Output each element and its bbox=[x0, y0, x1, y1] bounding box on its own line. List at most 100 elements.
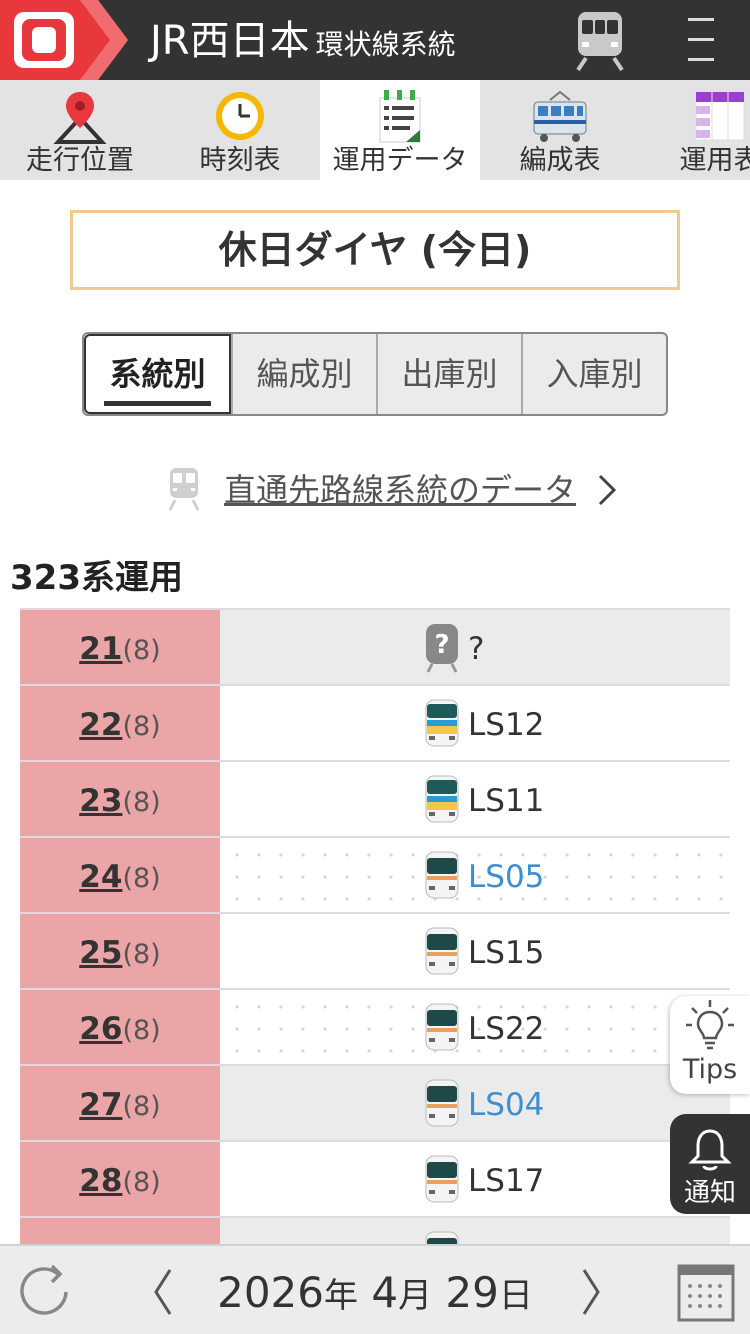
tab-label: 走行位置 bbox=[26, 145, 134, 176]
app-logo[interactable] bbox=[0, 0, 130, 80]
operation-row[interactable]: 23(8) LS11 bbox=[20, 760, 730, 838]
tab-bar: 走行位置 時刻表 運用データ 編成表 運用表 bbox=[0, 80, 750, 180]
operation-row[interactable]: 24(8) LS05 bbox=[20, 836, 730, 914]
tab-label: 運用表 bbox=[679, 145, 750, 176]
operation-number-cell[interactable]: 24(8) bbox=[20, 838, 220, 914]
tab-operation-table[interactable]: 運用表 bbox=[640, 80, 750, 180]
formation-cell[interactable]: LS04 bbox=[220, 1066, 730, 1142]
bell-icon bbox=[688, 1129, 732, 1171]
notification-label: 通知 bbox=[683, 1178, 736, 1208]
date-day: 29 bbox=[432, 1268, 499, 1317]
calendar-icon[interactable] bbox=[676, 1260, 736, 1324]
tab-running-position[interactable]: 走行位置 bbox=[0, 80, 160, 180]
refresh-icon[interactable] bbox=[14, 1260, 78, 1324]
date-day-unit: 日 bbox=[498, 1276, 533, 1316]
train-side-icon bbox=[530, 88, 590, 144]
operation-row[interactable]: 27(8) LS04 bbox=[20, 1064, 730, 1142]
segment-by-departure[interactable]: 出庫別 bbox=[376, 334, 521, 414]
formation-cell[interactable]: LS15 bbox=[220, 914, 730, 990]
formation-cell[interactable]: LS17 bbox=[220, 1142, 730, 1218]
operation-row[interactable]: 28(8) LS17 bbox=[20, 1140, 730, 1218]
formation-name: LS17 bbox=[468, 1163, 545, 1199]
operation-number-cell[interactable]: 25(8) bbox=[20, 914, 220, 990]
through-service-link-label[interactable]: 直通先路線系統のデータ bbox=[224, 468, 576, 512]
car-count: (8) bbox=[122, 1015, 161, 1046]
segment-by-formation[interactable]: 編成別 bbox=[231, 334, 376, 414]
through-service-link[interactable]: 直通先路線系統のデータ bbox=[166, 462, 626, 518]
chevron-left-icon bbox=[154, 1269, 172, 1315]
train-323-wrapped-icon bbox=[424, 774, 460, 826]
operation-number-cell[interactable]: 22(8) bbox=[20, 686, 220, 762]
grid-table-icon bbox=[690, 88, 750, 144]
operation-number-cell[interactable]: 27(8) bbox=[20, 1066, 220, 1142]
operation-number[interactable]: 25 bbox=[79, 935, 122, 971]
formation-name[interactable]: LS05 bbox=[468, 856, 544, 898]
formation-name[interactable]: LS04 bbox=[468, 1084, 544, 1126]
tab-operation-data[interactable]: 運用データ bbox=[320, 80, 480, 180]
date-month-unit: 月 bbox=[398, 1276, 433, 1316]
operation-number-cell[interactable]: 23(8) bbox=[20, 762, 220, 838]
app-title: JR西日本 環状線系統 bbox=[150, 18, 456, 68]
operation-number[interactable]: 21 bbox=[79, 631, 122, 667]
tab-label: 時刻表 bbox=[199, 145, 281, 176]
operation-number[interactable]: 23 bbox=[79, 783, 122, 819]
train-323-icon bbox=[424, 1002, 460, 1054]
formation-cell[interactable]: ?? bbox=[220, 610, 730, 686]
train-front-icon bbox=[166, 466, 202, 512]
operation-number[interactable]: 27 bbox=[79, 1087, 122, 1123]
formation-cell[interactable]: LS12 bbox=[220, 686, 730, 762]
tab-formation-table[interactable]: 編成表 bbox=[480, 80, 640, 180]
notification-button[interactable]: 通知 bbox=[670, 1114, 750, 1214]
operation-number[interactable]: 28 bbox=[79, 1163, 122, 1199]
diagram-label: 休日ダイヤ (今日) bbox=[70, 210, 680, 290]
line-system-name: 環状線系統 bbox=[315, 28, 456, 61]
car-count: (8) bbox=[122, 939, 161, 970]
operation-row[interactable]: 25(8) LS15 bbox=[20, 912, 730, 990]
date-month: 4 bbox=[358, 1268, 399, 1317]
operation-number[interactable]: 26 bbox=[79, 1011, 122, 1047]
clock-icon bbox=[210, 88, 270, 144]
tab-label: 編成表 bbox=[519, 145, 601, 176]
previous-date-button[interactable] bbox=[150, 1266, 176, 1318]
car-count: (8) bbox=[122, 1167, 161, 1198]
formation-cell[interactable]: LS22 bbox=[220, 990, 730, 1066]
segment-by-return[interactable]: 入庫別 bbox=[521, 334, 666, 414]
segment-by-line-system[interactable]: 系統別 bbox=[84, 334, 231, 414]
operation-number-cell[interactable]: 26(8) bbox=[20, 990, 220, 1066]
formation-cell[interactable]: LS11 bbox=[220, 762, 730, 838]
operation-number[interactable]: 22 bbox=[79, 707, 122, 743]
data-list-icon bbox=[370, 88, 430, 144]
operation-row[interactable]: 21(8)?? bbox=[20, 608, 730, 686]
section-title: 323系運用 bbox=[10, 558, 183, 598]
current-date[interactable]: 2026年 4月 29日 bbox=[180, 1266, 570, 1323]
car-count: (8) bbox=[122, 787, 161, 818]
view-segmented-control: 系統別 編成別 出庫別 入庫別 bbox=[82, 332, 668, 416]
operation-row[interactable]: 26(8) LS22 bbox=[20, 988, 730, 1066]
formation-cell[interactable]: LS05 bbox=[220, 838, 730, 914]
map-pin-icon bbox=[50, 88, 110, 144]
unknown-train-icon: ? bbox=[424, 622, 460, 674]
next-date-button[interactable] bbox=[578, 1266, 604, 1318]
formation-name: LS22 bbox=[468, 1011, 545, 1047]
train-323-icon bbox=[424, 1154, 460, 1206]
lightbulb-icon bbox=[686, 1000, 734, 1050]
svg-text:?: ? bbox=[434, 630, 449, 660]
car-count: (8) bbox=[122, 711, 161, 742]
date-navigation-bar: 2026年 4月 29日 bbox=[0, 1244, 750, 1334]
menu-icon[interactable] bbox=[684, 14, 718, 66]
formation-name: LS11 bbox=[468, 783, 545, 819]
tips-label: Tips bbox=[682, 1054, 738, 1085]
chevron-right-icon bbox=[582, 1269, 600, 1315]
car-count: (8) bbox=[122, 1091, 161, 1122]
date-year-unit: 年 bbox=[324, 1276, 358, 1316]
formation-name: LS12 bbox=[468, 707, 545, 743]
tips-button[interactable]: Tips bbox=[670, 996, 750, 1094]
train-323-wrapped-icon bbox=[424, 698, 460, 750]
train-front-icon[interactable] bbox=[574, 10, 626, 72]
operation-row[interactable]: 22(8) LS12 bbox=[20, 684, 730, 762]
operation-number[interactable]: 24 bbox=[79, 859, 122, 895]
operation-number-cell[interactable]: 21(8) bbox=[20, 610, 220, 686]
operation-number-cell[interactable]: 28(8) bbox=[20, 1142, 220, 1218]
railway-name: JR西日本 bbox=[150, 18, 310, 64]
tab-timetable[interactable]: 時刻表 bbox=[160, 80, 320, 180]
